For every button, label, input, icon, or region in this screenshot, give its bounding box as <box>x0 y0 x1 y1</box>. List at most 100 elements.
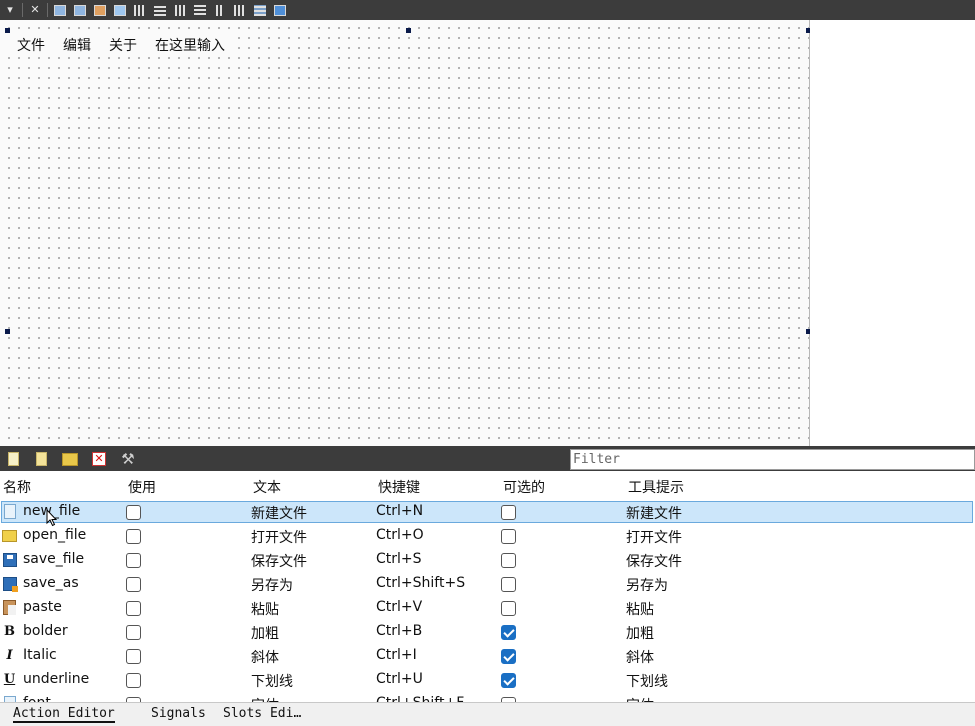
action-table[interactable]: 名称 使用 文本 快捷键 可选的 工具提示 new_file 新建文件 Ctrl+N… <box>0 474 975 702</box>
checkable-checkbox[interactable] <box>501 673 516 688</box>
menu-edit[interactable]: 编辑 <box>54 34 100 56</box>
action-shortcut[interactable]: Ctrl+Shift+F <box>376 695 464 702</box>
action-name[interactable]: bolder <box>23 623 68 639</box>
checkable-checkbox[interactable] <box>501 625 516 640</box>
adjust-size-icon[interactable] <box>270 0 290 20</box>
checkable-checkbox[interactable] <box>501 649 516 664</box>
table-row[interactable]: save_file 保存文件 Ctrl+S 保存文件 <box>0 548 975 572</box>
action-text[interactable]: 粘贴 <box>251 599 279 619</box>
edit-buddies-icon[interactable] <box>90 0 110 20</box>
menu-about[interactable]: 关于 <box>100 34 146 56</box>
table-row[interactable]: I Italic 斜体 Ctrl+I 斜体 <box>0 644 975 668</box>
table-row[interactable]: font 字体 Ctrl+Shift+F 字体 <box>0 692 975 702</box>
column-header-name[interactable]: 名称 <box>3 477 31 497</box>
form-canvas[interactable]: 文件 编辑 关于 在这里输入 <box>0 20 811 446</box>
tab-slots-editor[interactable]: Slots Edi… <box>223 706 301 721</box>
action-tooltip[interactable]: 字体 <box>626 695 654 702</box>
table-row[interactable]: open_file 打开文件 Ctrl+O 打开文件 <box>0 524 975 548</box>
new-action-icon[interactable] <box>3 449 23 469</box>
action-shortcut[interactable]: Ctrl+Shift+S <box>376 575 465 591</box>
table-row[interactable]: Bbolder 加粗 Ctrl+B 加粗 <box>0 620 975 644</box>
configure-icon[interactable]: ⚒ <box>118 449 138 469</box>
action-text[interactable]: 打开文件 <box>251 527 307 547</box>
checkable-checkbox[interactable] <box>501 553 516 568</box>
layout-vertical-icon[interactable] <box>150 0 170 20</box>
action-shortcut[interactable]: Ctrl+I <box>376 647 417 663</box>
action-tooltip[interactable]: 加粗 <box>626 623 654 643</box>
checkable-checkbox[interactable] <box>501 577 516 592</box>
checkable-checkbox[interactable] <box>501 505 516 520</box>
column-header-tooltip[interactable]: 工具提示 <box>628 477 684 497</box>
action-shortcut[interactable]: Ctrl+N <box>376 503 423 519</box>
layout-grid-icon[interactable] <box>230 0 250 20</box>
used-checkbox[interactable] <box>126 505 141 520</box>
tab-signals[interactable]: Signals <box>151 706 206 721</box>
delete-action-icon[interactable]: ✕ <box>89 449 109 469</box>
action-name[interactable]: Italic <box>23 647 57 663</box>
resize-handle-top-center[interactable] <box>406 28 411 33</box>
action-shortcut[interactable]: Ctrl+B <box>376 623 422 639</box>
action-name[interactable]: open_file <box>23 527 86 543</box>
action-text[interactable]: 新建文件 <box>251 503 307 523</box>
action-name[interactable]: save_as <box>23 575 79 591</box>
used-checkbox[interactable] <box>126 553 141 568</box>
action-name[interactable]: paste <box>23 599 62 615</box>
paste-action-icon[interactable] <box>60 449 80 469</box>
action-shortcut[interactable]: Ctrl+V <box>376 599 422 615</box>
action-tooltip[interactable]: 下划线 <box>626 671 668 691</box>
action-tooltip[interactable]: 新建文件 <box>626 503 682 523</box>
action-shortcut[interactable]: Ctrl+S <box>376 551 422 567</box>
action-text[interactable]: 斜体 <box>251 647 279 667</box>
column-header-text[interactable]: 文本 <box>253 477 281 497</box>
action-text[interactable]: 加粗 <box>251 623 279 643</box>
table-row[interactable]: paste 粘贴 Ctrl+V 粘贴 <box>0 596 975 620</box>
action-tooltip[interactable]: 另存为 <box>626 575 668 595</box>
save-as-icon <box>2 576 18 592</box>
table-row[interactable]: Uunderline 下划线 Ctrl+U 下划线 <box>0 668 975 692</box>
used-checkbox[interactable] <box>126 649 141 664</box>
action-text[interactable]: 另存为 <box>251 575 293 595</box>
column-header-shortcut[interactable]: 快捷键 <box>378 477 420 497</box>
action-tooltip[interactable]: 保存文件 <box>626 551 682 571</box>
action-shortcut[interactable]: Ctrl+U <box>376 671 423 687</box>
menu-file[interactable]: 文件 <box>8 34 54 56</box>
action-text[interactable]: 保存文件 <box>251 551 307 571</box>
layout-splitter-vertical-icon[interactable] <box>190 0 210 20</box>
break-layout-icon[interactable] <box>250 0 270 20</box>
action-name[interactable]: font <box>23 695 51 702</box>
action-tooltip[interactable]: 打开文件 <box>626 527 682 547</box>
layout-horizontal-icon[interactable] <box>130 0 150 20</box>
table-row[interactable]: save_as 另存为 Ctrl+Shift+S 另存为 <box>0 572 975 596</box>
edit-tab-order-icon[interactable] <box>110 0 130 20</box>
column-header-checkable[interactable]: 可选的 <box>503 477 545 497</box>
menu-type-here[interactable]: 在这里输入 <box>146 34 234 56</box>
edit-widgets-icon[interactable] <box>50 0 70 20</box>
used-checkbox[interactable] <box>126 577 141 592</box>
layout-splitter-horizontal-icon[interactable] <box>170 0 190 20</box>
close-icon[interactable]: ✕ <box>25 0 45 20</box>
underline-icon: U <box>3 672 16 687</box>
edit-signals-icon[interactable] <box>70 0 90 20</box>
used-checkbox[interactable] <box>126 601 141 616</box>
action-text[interactable]: 字体 <box>251 695 279 702</box>
used-checkbox[interactable] <box>126 625 141 640</box>
copy-action-icon[interactable] <box>31 449 51 469</box>
tab-action-editor[interactable]: Action Editor <box>13 706 115 723</box>
column-header-used[interactable]: 使用 <box>128 477 156 497</box>
action-text[interactable]: 下划线 <box>251 671 293 691</box>
used-checkbox[interactable] <box>126 673 141 688</box>
action-shortcut[interactable]: Ctrl+O <box>376 527 424 543</box>
action-name[interactable]: save_file <box>23 551 84 567</box>
chevron-down-icon[interactable]: ▾ <box>0 0 20 20</box>
used-checkbox[interactable] <box>126 529 141 544</box>
layout-form-icon[interactable] <box>210 0 230 20</box>
table-row[interactable]: new_file 新建文件 Ctrl+N 新建文件 <box>0 500 975 524</box>
resize-handle-middle-left[interactable] <box>5 329 10 334</box>
action-tooltip[interactable]: 粘贴 <box>626 599 654 619</box>
checkable-checkbox[interactable] <box>501 601 516 616</box>
action-tooltip[interactable]: 斜体 <box>626 647 654 667</box>
checkable-checkbox[interactable] <box>501 529 516 544</box>
action-name[interactable]: underline <box>23 671 89 687</box>
filter-input[interactable] <box>570 449 975 470</box>
resize-handle-top-left[interactable] <box>5 28 10 33</box>
